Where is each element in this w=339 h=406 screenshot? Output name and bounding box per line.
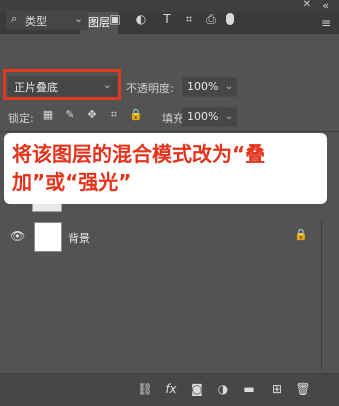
- type-filter-icon[interactable]: T: [158, 10, 176, 28]
- lock-transparent-pixels-icon[interactable]: ▦: [40, 107, 56, 123]
- smart-object-filter-icon[interactable]: ⎙: [202, 10, 220, 28]
- lock-image-pixels-icon[interactable]: ✎: [62, 107, 78, 123]
- fx-icon[interactable]: fx: [162, 380, 180, 398]
- lock-all-icon[interactable]: 🔒: [128, 107, 144, 123]
- lock-icon: 🔒: [294, 228, 308, 241]
- blend-mode-dropdown[interactable]: 正片叠底 ⌄: [8, 76, 118, 97]
- shape-filter-icon[interactable]: ⌗: [180, 10, 198, 28]
- filter-toggle[interactable]: [226, 13, 234, 25]
- link-layers-icon[interactable]: ⛓: [136, 380, 154, 398]
- lock-position-icon[interactable]: ✥: [84, 107, 100, 123]
- filter-kind-dropdown[interactable]: ⌕ 类型 ⌄: [6, 10, 88, 30]
- opacity-chevron-icon[interactable]: ⌄: [221, 77, 237, 97]
- opacity-label: 不透明度:: [126, 82, 174, 95]
- fill-input[interactable]: 100%: [182, 107, 222, 127]
- opacity-input[interactable]: 100%: [182, 77, 222, 97]
- panel-menu-icon[interactable]: ≡: [321, 12, 331, 34]
- image-filter-icon[interactable]: ▣: [106, 10, 124, 28]
- search-icon: ⌕: [11, 12, 18, 25]
- add-mask-icon[interactable]: ◙: [188, 380, 206, 398]
- lock-label: 锁定:: [8, 112, 34, 125]
- layer-name: 背景: [68, 232, 90, 245]
- instruction-callout: 将该图层的混合模式改为“叠加”或“强光”: [4, 133, 327, 204]
- filter-kind-label: 类型: [25, 15, 47, 28]
- scrollbar[interactable]: [321, 220, 322, 370]
- lock-artboard-icon[interactable]: ⌗: [106, 107, 122, 123]
- opacity-value: 100%: [187, 80, 219, 93]
- layer-filter-row: [0, 34, 339, 66]
- layer-thumbnail: [34, 222, 62, 252]
- divider: [0, 131, 339, 132]
- new-layer-icon[interactable]: ⊞: [268, 380, 286, 398]
- fill-chevron-icon[interactable]: ⌄: [221, 107, 237, 127]
- close-icon[interactable]: ✕: [303, 0, 311, 10]
- chevron-down-icon: ⌄: [102, 78, 112, 91]
- callout-text: 将该图层的混合模式改为“叠加”或“强光”: [12, 142, 266, 194]
- collapse-panels-icon[interactable]: «: [322, 0, 329, 12]
- blend-mode-value: 正片叠底: [14, 81, 58, 94]
- hidden-layer-thumbnail-edge: [32, 204, 62, 212]
- adjustment-layer-icon[interactable]: ◑: [214, 380, 232, 398]
- fill-value: 100%: [187, 110, 219, 123]
- new-group-icon[interactable]: ▬: [240, 380, 258, 398]
- adjustment-filter-icon[interactable]: ◐: [132, 10, 150, 28]
- delete-layer-icon[interactable]: 🗑: [294, 380, 312, 398]
- eye-icon[interactable]: 👁: [10, 229, 25, 243]
- chevron-down-icon: ⌄: [73, 12, 83, 25]
